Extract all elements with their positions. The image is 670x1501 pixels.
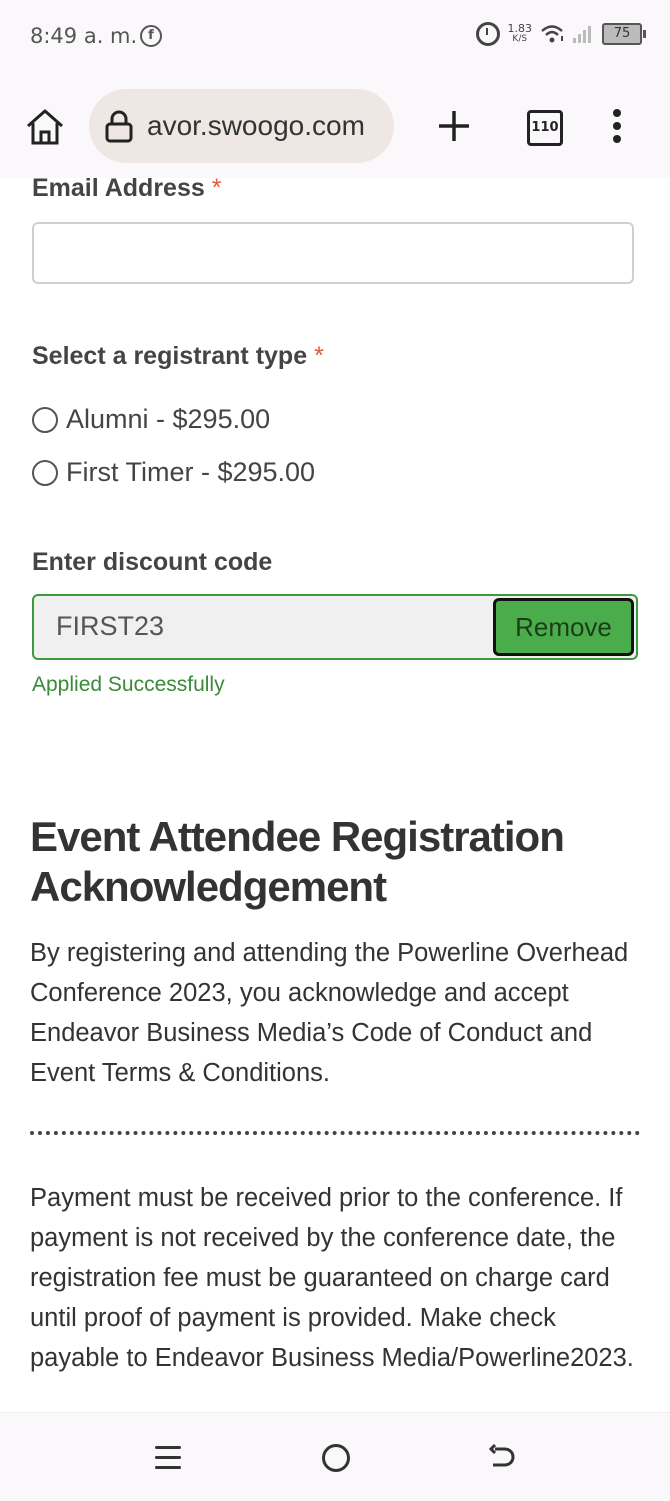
status-icons: 1.83 K/S 75 bbox=[475, 22, 646, 46]
radio-label: Alumni - $295.00 bbox=[66, 404, 271, 434]
radio-option-alumni[interactable]: Alumni - $295.00 bbox=[32, 404, 270, 435]
signal-icon bbox=[572, 24, 594, 44]
status-time: 8:49 a. m. bbox=[30, 24, 138, 48]
system-nav-bar bbox=[0, 1412, 670, 1501]
required-marker: * bbox=[211, 174, 222, 202]
alarm-icon bbox=[475, 22, 500, 46]
radio-button[interactable] bbox=[32, 406, 58, 433]
plus-icon[interactable] bbox=[434, 106, 474, 146]
radio-option-first-timer[interactable]: First Timer - $295.00 bbox=[32, 457, 315, 488]
required-marker: * bbox=[314, 342, 324, 370]
radio-button[interactable] bbox=[32, 459, 58, 486]
email-label: Email Address * bbox=[32, 174, 221, 203]
applied-message: Applied Successfully bbox=[32, 673, 225, 696]
registrant-type-label: Select a registrant type * bbox=[32, 342, 324, 371]
tabs-icon[interactable]: 110 bbox=[527, 110, 563, 146]
remove-button[interactable]: Remove bbox=[493, 598, 634, 656]
browser-toolbar: avor.swoogo.com 110 bbox=[0, 76, 670, 178]
discount-label: Enter discount code bbox=[32, 548, 273, 576]
email-field[interactable] bbox=[32, 222, 634, 284]
home-icon[interactable] bbox=[22, 104, 68, 150]
net-speed-value: 1.83 bbox=[507, 22, 533, 35]
url-text: avor.swoogo.com bbox=[147, 110, 365, 141]
payment-paragraph: Payment must be received prior to the co… bbox=[30, 1184, 634, 1372]
discount-code-group: FIRST23 Remove bbox=[32, 594, 638, 660]
recent-apps-icon[interactable] bbox=[155, 1446, 181, 1476]
battery-icon: 75 bbox=[602, 23, 646, 45]
email-label-text: Email Address bbox=[32, 174, 205, 202]
discount-code-input[interactable]: FIRST23 bbox=[56, 611, 164, 642]
more-vert-icon[interactable] bbox=[605, 109, 629, 147]
registrant-type-label-text: Select a registrant type bbox=[32, 342, 308, 370]
address-bar[interactable]: avor.swoogo.com bbox=[89, 89, 394, 163]
facebook-icon: f bbox=[140, 25, 162, 47]
lock-icon bbox=[104, 109, 134, 143]
home-circle-icon[interactable] bbox=[322, 1444, 350, 1472]
section-title: Event Attendee Registration Acknowledgem… bbox=[30, 813, 565, 910]
back-icon[interactable] bbox=[487, 1443, 517, 1473]
radio-label: First Timer - $295.00 bbox=[66, 457, 316, 487]
dotted-divider bbox=[30, 1131, 640, 1135]
net-speed: 1.83 K/S bbox=[507, 22, 533, 44]
net-speed-unit: K/S bbox=[512, 34, 528, 44]
wifi-icon bbox=[540, 24, 564, 44]
status-bar: 8:49 a. m. f 1.83 K/S 75 bbox=[0, 0, 670, 76]
acknowledgement-paragraph: By registering and attending the Powerli… bbox=[30, 939, 629, 1087]
